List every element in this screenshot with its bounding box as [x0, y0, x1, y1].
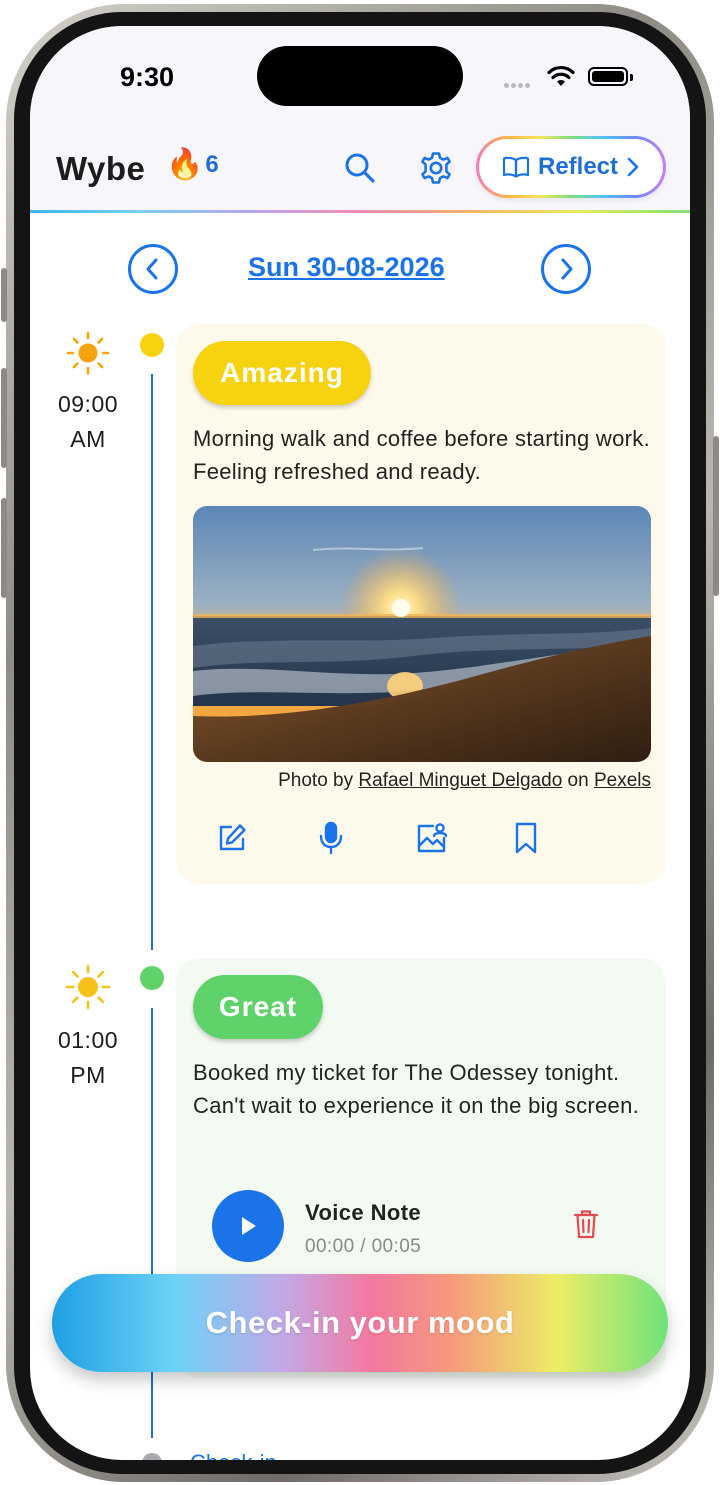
wifi-icon [547, 65, 575, 86]
streak-count: 6 [205, 151, 219, 178]
settings-button[interactable] [416, 148, 456, 188]
check-in-mood-button[interactable]: Check-in your mood [52, 1274, 668, 1372]
add-photo-button[interactable] [412, 818, 452, 858]
next-entry-peek: Check-in [190, 1450, 277, 1460]
entry-note: Booked my ticket for The Odessey tonight… [193, 1060, 640, 1118]
play-button[interactable] [212, 1190, 284, 1262]
check-in-label: Check-in your mood [205, 1305, 515, 1340]
delete-voice-note-button[interactable] [572, 1208, 600, 1245]
microphone-icon [319, 821, 343, 855]
volume-up-button [1, 368, 7, 468]
search-icon [345, 153, 375, 183]
chevron-right-icon [561, 258, 573, 280]
search-button[interactable] [340, 148, 380, 188]
entry-time-value: 01:00 [57, 1027, 119, 1053]
entry-time: 01:00 PM [40, 1023, 136, 1093]
voice-record-button[interactable] [311, 818, 351, 858]
reflect-button[interactable]: Reflect [476, 136, 666, 198]
reflect-label: Reflect [537, 153, 619, 180]
sunset-beach-photo [193, 506, 651, 762]
add-photo-icon [417, 823, 448, 853]
trash-icon [573, 1210, 599, 1239]
photo-source-link[interactable]: Pexels [594, 770, 651, 791]
app-header: Wybe 🔥 6 Reflect [30, 136, 690, 210]
edit-button[interactable] [212, 818, 252, 858]
edit-icon [219, 824, 246, 851]
status-icons [504, 64, 644, 90]
sun-icon [65, 964, 111, 1010]
header-divider [30, 210, 690, 213]
app-title: Wybe [56, 150, 146, 187]
entry-note: Morning walk and coffee before starting … [193, 426, 650, 484]
battery-icon [588, 67, 628, 86]
battery-tip [630, 74, 633, 81]
voice-note-title: Voice Note [305, 1200, 422, 1225]
chevron-right-icon [627, 157, 639, 177]
mood-entry-card[interactable]: Amazing Morning walk and coffee before s… [176, 324, 666, 884]
timeline-dot [140, 966, 164, 990]
bookmark-button[interactable] [506, 818, 546, 858]
chevron-left-icon [146, 258, 158, 280]
power-button [713, 436, 719, 596]
volume-down-button [1, 498, 7, 598]
next-day-button[interactable] [541, 244, 591, 294]
gear-icon [421, 152, 451, 184]
entry-time-period: AM [70, 426, 106, 452]
voice-note-duration: 00:00 / 00:05 [305, 1236, 422, 1257]
timeline-dot [140, 333, 164, 357]
entry-photo[interactable] [193, 506, 651, 762]
timeline-line [151, 1008, 153, 1438]
status-time: 9:30 [120, 62, 175, 92]
status-bar: 9:30 [30, 26, 690, 136]
app-screen: 9:30 Wybe 🔥 6 Reflect Sun 30-08-2026 09:… [30, 26, 690, 1460]
entry-actions [212, 818, 552, 858]
entry-time-value: 09:00 [57, 391, 119, 417]
bookmark-icon [515, 822, 537, 854]
timeline-line [151, 374, 153, 950]
mood-badge: Great [193, 975, 323, 1039]
current-date[interactable]: Sun 30-08-2026 [248, 252, 445, 283]
play-icon [242, 1217, 256, 1235]
voice-note-player: Voice Note 00:00 / 00:05 [212, 1190, 632, 1266]
previous-day-button[interactable] [128, 244, 178, 294]
signal-icon [504, 75, 532, 93]
photo-credit-prefix: Photo by [278, 770, 359, 791]
reflect-button-inner: Reflect [479, 139, 663, 195]
dynamic-island [257, 46, 463, 106]
entry-time-period: PM [70, 1062, 106, 1088]
photo-credit-middle: on [562, 770, 594, 791]
entry-time: 09:00 AM [40, 387, 136, 457]
action-button [1, 268, 7, 322]
date-navigation: Sun 30-08-2026 [30, 242, 690, 298]
fire-icon: 🔥 [166, 148, 204, 181]
photo-credit: Photo by Rafael Minguet Delgado on Pexel… [278, 770, 651, 792]
sun-icon [65, 330, 111, 376]
streak-badge[interactable]: 🔥 6 [166, 150, 219, 180]
timeline-dot [142, 1453, 162, 1460]
photo-author-link[interactable]: Rafael Minguet Delgado [358, 770, 562, 791]
mood-badge: Amazing [193, 341, 371, 405]
book-icon [502, 156, 530, 178]
